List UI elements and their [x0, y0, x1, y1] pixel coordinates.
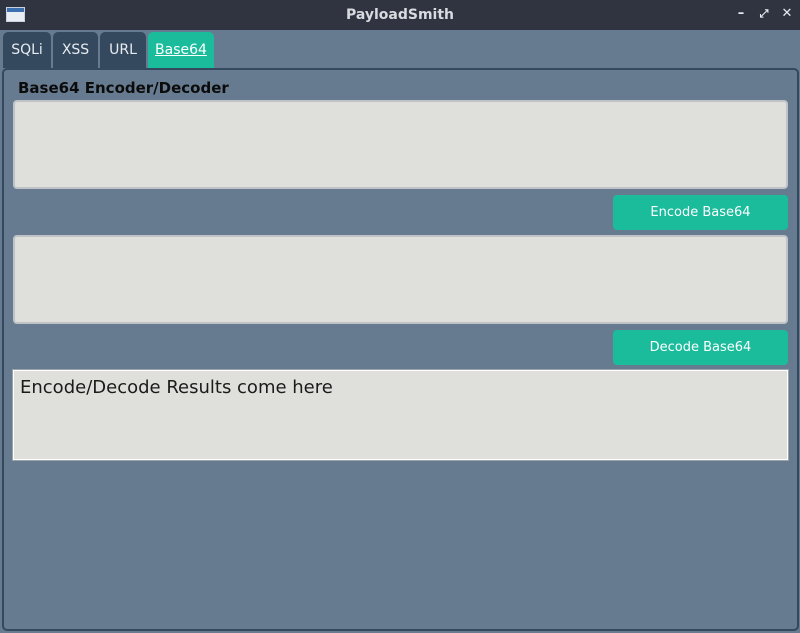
- tab-base64[interactable]: Base64: [148, 32, 214, 68]
- result-output[interactable]: Encode/Decode Results come here: [12, 369, 789, 461]
- encode-base64-button[interactable]: Encode Base64: [613, 195, 788, 230]
- minimize-icon[interactable]: –: [734, 7, 748, 21]
- decode-input[interactable]: [13, 235, 788, 324]
- tab-xss[interactable]: XSS: [53, 32, 98, 68]
- app-window: PayloadSmith – ⤢ ✕ SQLi XSS URL Base64 B…: [0, 0, 800, 633]
- maximize-icon[interactable]: ⤢: [757, 7, 771, 21]
- tab-url[interactable]: URL: [100, 32, 146, 68]
- encode-input[interactable]: [13, 100, 788, 189]
- decode-base64-button[interactable]: Decode Base64: [613, 330, 788, 365]
- window-title: PayloadSmith: [345, 7, 455, 23]
- page-title: Base64 Encoder/Decoder: [18, 79, 229, 97]
- tab-sqli[interactable]: SQLi: [3, 32, 51, 68]
- title-bar[interactable]: PayloadSmith – ⤢ ✕: [0, 0, 800, 30]
- close-icon[interactable]: ✕: [780, 7, 794, 21]
